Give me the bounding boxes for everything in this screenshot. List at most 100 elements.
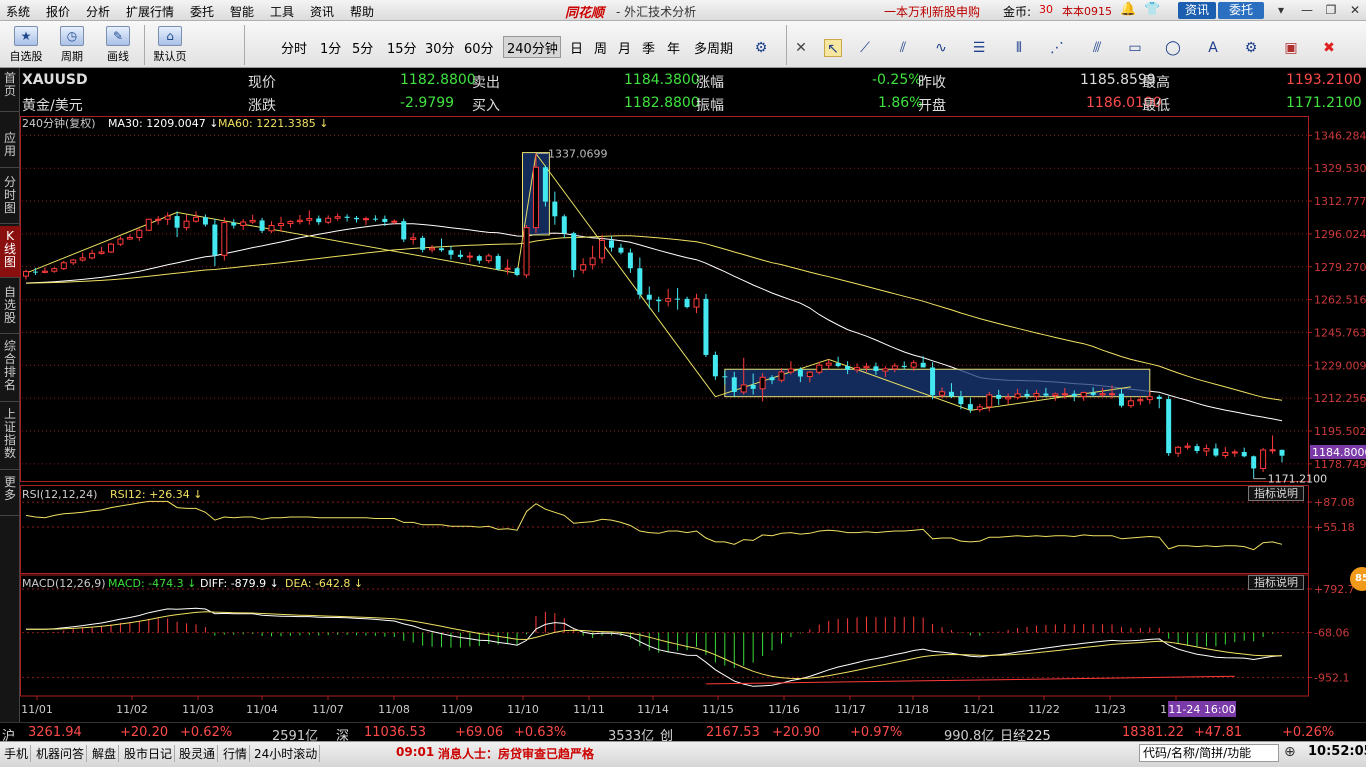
candle-body bbox=[1222, 452, 1229, 457]
parallel-line-icon[interactable]: ⫽ bbox=[894, 39, 912, 57]
trade-button[interactable]: 委托 bbox=[1218, 2, 1264, 19]
candle-body bbox=[41, 270, 48, 273]
candle-body bbox=[51, 268, 58, 272]
bottom-diary[interactable]: 股市日记 bbox=[122, 745, 176, 762]
menu-extended-market[interactable]: 扩展行情 bbox=[126, 3, 174, 20]
period-1min[interactable]: 1分 bbox=[320, 38, 341, 57]
candle-body bbox=[1175, 446, 1182, 454]
menu-news[interactable]: 资讯 bbox=[310, 3, 334, 20]
period-legend: 240分钟(复权) bbox=[22, 116, 96, 130]
fibonacci-icon[interactable]: ☰ bbox=[970, 39, 988, 57]
draw-line-button[interactable]: ✎ 画线 bbox=[96, 24, 140, 66]
restore-icon[interactable]: ❐ bbox=[1322, 2, 1340, 18]
watchlist-button[interactable]: ★ 自选股 bbox=[4, 24, 48, 66]
gear-icon[interactable]: ⚙ bbox=[752, 39, 770, 57]
candle-body bbox=[863, 365, 870, 369]
delete-drawing-icon[interactable]: ✖ bbox=[1320, 39, 1338, 57]
text-tool-icon[interactable]: A bbox=[1204, 39, 1222, 57]
period-15min[interactable]: 15分 bbox=[387, 38, 417, 57]
period-30min[interactable]: 30分 bbox=[425, 38, 455, 57]
period-day[interactable]: 日 bbox=[570, 38, 583, 57]
period-year[interactable]: 年 bbox=[667, 38, 680, 57]
candle-body bbox=[1005, 396, 1012, 400]
candle-body bbox=[1118, 393, 1124, 406]
kline-chart-area[interactable]: 1346.2843 1329.5301 1312.7773 1296.0245 1279… bbox=[20, 116, 1366, 722]
tab-intraday[interactable]: 分时图 bbox=[0, 172, 20, 224]
bell-icon[interactable]: 🔔 bbox=[1120, 2, 1136, 18]
rectangle-icon[interactable]: ▭ bbox=[1126, 39, 1144, 57]
line-tool-icon[interactable]: ⟋ bbox=[856, 39, 874, 57]
window-title: - 外汇技术分析 bbox=[616, 5, 697, 19]
rsi-help-button[interactable]: 指标说明 bbox=[1248, 486, 1304, 501]
menu-smart[interactable]: 智能 bbox=[230, 3, 254, 20]
menu-order[interactable]: 委托 bbox=[190, 3, 214, 20]
period-240min[interactable]: 240分钟 bbox=[507, 38, 558, 57]
tab-more[interactable]: 更多 bbox=[0, 472, 20, 516]
news-button[interactable]: 资讯 bbox=[1178, 2, 1216, 19]
kline-chart[interactable]: 1346.2843 1329.5301 1312.7773 1296.0245 1279… bbox=[20, 116, 1366, 722]
save-drawing-icon[interactable]: ▣ bbox=[1282, 39, 1300, 57]
candle-body bbox=[1099, 393, 1106, 396]
shirt-icon[interactable]: 👕 bbox=[1144, 2, 1160, 18]
period-tick[interactable]: 分时 bbox=[281, 38, 307, 57]
bottom-stock-helper[interactable]: 股灵通 bbox=[177, 745, 219, 762]
menu-analysis[interactable]: 分析 bbox=[86, 3, 110, 20]
bottom-market[interactable]: 行情 bbox=[221, 745, 251, 762]
candle-body bbox=[684, 298, 690, 308]
minimize-icon[interactable]: — bbox=[1298, 2, 1316, 18]
bottom-mobile[interactable]: 手机 bbox=[2, 745, 32, 762]
cursor-icon[interactable]: ↖ bbox=[824, 39, 842, 57]
tab-shanghai-index[interactable]: 上证指数 bbox=[0, 404, 20, 470]
circle-icon[interactable]: ◯ bbox=[1164, 39, 1182, 57]
period-5min[interactable]: 5分 bbox=[352, 38, 373, 57]
menu-help[interactable]: 帮助 bbox=[350, 3, 374, 20]
collapse-icon[interactable]: ✕ bbox=[792, 39, 810, 57]
macd-legend: MACD(12,26,9) bbox=[22, 577, 106, 590]
candle-body bbox=[1213, 448, 1219, 456]
menu-tools[interactable]: 工具 bbox=[270, 3, 294, 20]
menu-system[interactable]: 系统 bbox=[6, 3, 30, 20]
search-icon[interactable]: ⊕ bbox=[1284, 744, 1296, 760]
news-ticker-text[interactable]: 消息人士：房贷审查已趋严格 bbox=[438, 745, 594, 762]
macd-help-button[interactable]: 指标说明 bbox=[1248, 575, 1304, 590]
channel-icon[interactable]: ⫻ bbox=[1088, 39, 1106, 57]
default-page-button[interactable]: ⌂ 默认页 bbox=[148, 24, 192, 66]
close-icon[interactable]: ✕ bbox=[1346, 2, 1364, 18]
period-week[interactable]: 周 bbox=[594, 38, 607, 57]
menu-quote[interactable]: 报价 bbox=[46, 3, 70, 20]
period-button[interactable]: ◷ 周期 bbox=[50, 24, 94, 66]
x-tick-label: 11/11 bbox=[573, 703, 605, 716]
tab-ranking[interactable]: 综合排名 bbox=[0, 336, 20, 402]
dropdown-icon[interactable]: ▾ bbox=[1272, 2, 1290, 18]
wave-tool-icon[interactable]: ∿ bbox=[932, 39, 950, 57]
tab-apps[interactable]: 应用 bbox=[0, 128, 20, 168]
settings-icon[interactable]: ⚙ bbox=[1242, 39, 1260, 57]
y-tick-label: 1178.7499 bbox=[1314, 458, 1366, 471]
user-name[interactable]: 本本0915 bbox=[1062, 3, 1112, 19]
macd-divergence-line bbox=[705, 675, 1235, 685]
period-multi[interactable]: 多周期 bbox=[694, 38, 733, 57]
candle-body bbox=[1071, 393, 1077, 397]
promo-link[interactable]: 一本万利新股申购 bbox=[884, 3, 980, 20]
candle-body bbox=[1090, 392, 1096, 395]
rsi-legend: RSI(12,12,24) bbox=[22, 488, 97, 501]
period-60min[interactable]: 60分 bbox=[464, 38, 494, 57]
candle-body bbox=[136, 229, 143, 238]
tab-home[interactable]: 首页 bbox=[0, 68, 20, 112]
cy-change: +20.90 bbox=[772, 725, 821, 740]
gann-icon[interactable]: ⦀ bbox=[1010, 39, 1028, 57]
bottom-analysis[interactable]: 解盘 bbox=[90, 745, 120, 762]
period-quarter[interactable]: 季 bbox=[642, 38, 655, 57]
candle-body bbox=[1014, 393, 1021, 398]
search-input[interactable]: 代码/名称/简拼/功能 bbox=[1139, 744, 1279, 762]
candle-body bbox=[183, 220, 190, 229]
period-month[interactable]: 月 bbox=[618, 38, 631, 57]
fan-icon[interactable]: ⋰ bbox=[1048, 39, 1066, 57]
candle-body bbox=[316, 218, 322, 223]
bottom-qa[interactable]: 机器问答 bbox=[34, 745, 88, 762]
change-label: 涨跌 bbox=[248, 98, 276, 114]
bottom-24h-news[interactable]: 24小时滚动 bbox=[252, 745, 321, 762]
tab-watchlist[interactable]: 自选股 bbox=[0, 282, 20, 334]
macd-diff-legend: DIFF: -879.9 ↓ bbox=[200, 577, 279, 590]
tab-kline[interactable]: K线图 bbox=[0, 226, 20, 278]
